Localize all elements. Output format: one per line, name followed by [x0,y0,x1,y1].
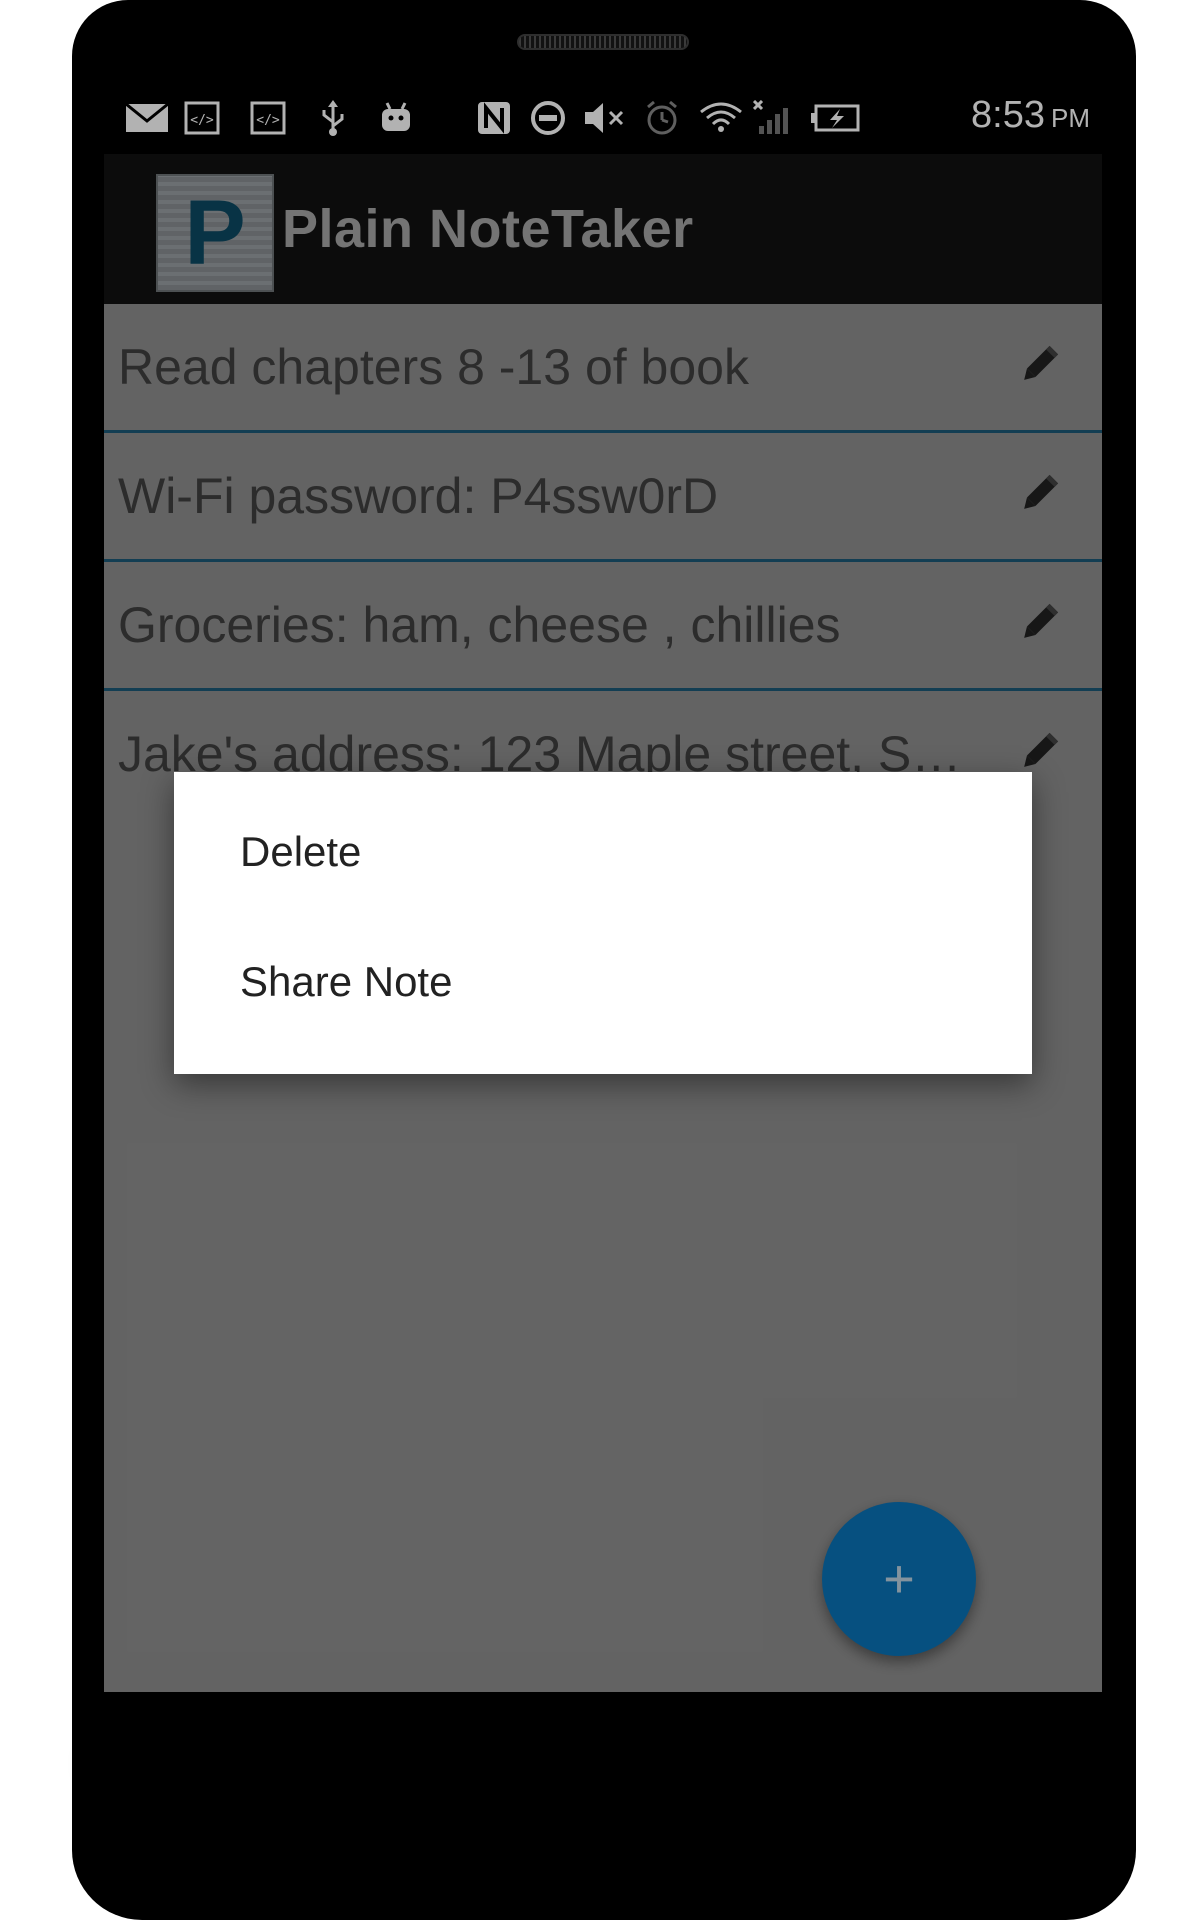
context-menu: Delete Share Note [174,772,1032,1074]
screen: </> </> 8:53 PM P Plain NoteTaker Read c… [104,82,1102,1692]
menu-item-share-note[interactable]: Share Note [240,958,452,1006]
phone-speaker [517,34,689,50]
phone-frame: </> </> 8:53 PM P Plain NoteTaker Read c… [72,0,1136,1920]
menu-item-delete[interactable]: Delete [240,828,361,876]
